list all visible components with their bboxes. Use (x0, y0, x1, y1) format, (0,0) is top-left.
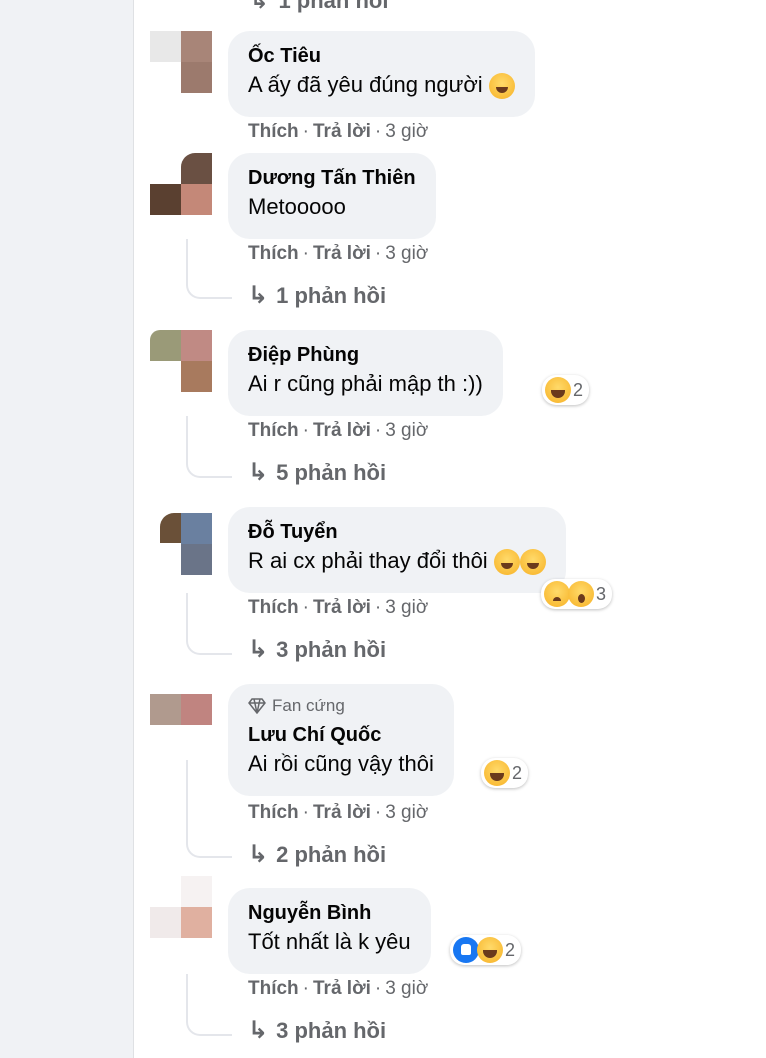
view-replies-link[interactable]: ↳ 3 phản hồi (248, 635, 386, 664)
reaction-summary[interactable]: 2 (450, 935, 522, 965)
comment-bubble: Fan cứng Lưu Chí Quốc Ai rồi cũng vậy th… (228, 684, 454, 796)
comment-author[interactable]: Ốc Tiêu (248, 43, 515, 69)
comment-text: R ai cx phải thay đổi thôi (248, 545, 546, 577)
like-button[interactable]: Thích (248, 597, 299, 618)
comment-actions: Thích · Trả lời · 3 giờ (248, 420, 429, 441)
avatar[interactable] (150, 694, 212, 756)
comment-actions: Thích · Trả lời · 3 giờ (248, 243, 429, 264)
replies-count-label: 1 phản hồi (276, 283, 387, 308)
comment-actions: Thích · Trả lời · 3 giờ (248, 802, 429, 823)
reply-arrow-icon: ↳ (250, 0, 269, 13)
reply-arrow-icon: ↳ (248, 1017, 269, 1044)
haha-reaction-icon (484, 760, 510, 786)
replies-count-label: 2 phản hồi (276, 842, 387, 867)
thread-connector (186, 760, 232, 858)
comment-author[interactable]: Đỗ Tuyển (248, 519, 546, 545)
reply-arrow-icon: ↳ (248, 459, 269, 486)
comment-text: Tốt nhất là k yêu (248, 929, 411, 954)
comment-bubble: Ốc Tiêu A ấy đã yêu đúng người (228, 31, 535, 117)
view-replies-link[interactable]: ↳ 3 phản hồi (248, 1016, 386, 1045)
avatar[interactable] (150, 330, 212, 392)
left-sidebar-background (0, 0, 134, 1058)
reply-button[interactable]: Trả lời (313, 243, 371, 264)
thread-connector (186, 416, 232, 478)
replies-count-label: 3 phản hồi (276, 637, 387, 662)
cry-reaction-icon (544, 581, 570, 607)
replies-count-label: 5 phản hồi (276, 460, 387, 485)
view-replies-link-partial[interactable]: ↳ 1 phản hồi (250, 0, 388, 14)
like-button[interactable]: Thích (248, 243, 299, 264)
rofl-emoji-icon (519, 549, 546, 576)
reply-button[interactable]: Trả lời (313, 802, 371, 823)
replies-count-label: 1 phản hồi (278, 0, 389, 13)
comment-author[interactable]: Dương Tấn Thiên (248, 165, 416, 191)
reply-button[interactable]: Trả lời (313, 420, 371, 441)
avatar[interactable] (150, 876, 212, 938)
like-button[interactable]: Thích (248, 420, 299, 441)
like-button[interactable]: Thích (248, 121, 299, 142)
comment-timestamp[interactable]: 3 giờ (385, 420, 428, 441)
avatar[interactable] (150, 153, 212, 215)
thread-connector (186, 593, 232, 655)
comment-actions: Thích · Trả lời · 3 giờ (248, 121, 429, 142)
reply-arrow-icon: ↳ (248, 636, 269, 663)
reply-button[interactable]: Trả lời (313, 597, 371, 618)
replies-count-label: 3 phản hồi (276, 1018, 387, 1043)
comment-timestamp[interactable]: 3 giờ (385, 597, 428, 618)
reaction-summary[interactable]: 2 (481, 758, 529, 788)
reaction-summary[interactable]: 3 (541, 579, 613, 609)
reaction-count: 2 (573, 379, 584, 400)
comment-timestamp[interactable]: 3 giờ (385, 243, 428, 264)
reply-arrow-icon: ↳ (248, 841, 269, 868)
thread-connector (186, 974, 232, 1036)
comment-actions: Thích · Trả lời · 3 giờ (248, 597, 429, 618)
reaction-summary[interactable]: 2 (542, 375, 590, 405)
avatar[interactable] (150, 507, 212, 575)
like-button[interactable]: Thích (248, 802, 299, 823)
comment-bubble: Đỗ Tuyển R ai cx phải thay đổi thôi (228, 507, 566, 593)
comment-text: Ai r cũng phải mập th :)) (248, 371, 483, 396)
comment-author[interactable]: Lưu Chí Quốc (248, 722, 434, 748)
like-reaction-icon (453, 937, 479, 963)
comment-text: A ấy đã yêu đúng người (248, 69, 515, 101)
avatar[interactable] (150, 31, 212, 93)
view-replies-link[interactable]: ↳ 5 phản hồi (248, 458, 386, 487)
fan-badge[interactable]: Fan cứng (248, 696, 434, 716)
comment-timestamp[interactable]: 3 giờ (385, 978, 428, 999)
comment-text: Ai rồi cũng vậy thôi (248, 751, 434, 776)
reaction-count: 2 (505, 939, 516, 960)
comment-timestamp[interactable]: 3 giờ (385, 121, 428, 142)
view-replies-link[interactable]: ↳ 1 phản hồi (248, 281, 386, 310)
haha-reaction-icon (545, 377, 571, 403)
comment-author[interactable]: Điệp Phùng (248, 342, 483, 368)
comment-text: Metooooo (248, 194, 346, 219)
comment-actions: Thích · Trả lời · 3 giờ (248, 978, 429, 999)
reply-arrow-icon: ↳ (248, 282, 269, 309)
diamond-icon (248, 698, 266, 714)
thread-connector (186, 239, 232, 299)
reaction-count: 2 (512, 762, 523, 783)
comment-bubble: Nguyễn Bình Tốt nhất là k yêu (228, 888, 431, 974)
comment-bubble: Dương Tấn Thiên Metooooo (228, 153, 436, 239)
haha-reaction-icon (477, 937, 503, 963)
comment-timestamp[interactable]: 3 giờ (385, 802, 428, 823)
view-replies-link[interactable]: ↳ 2 phản hồi (248, 840, 386, 869)
comment-author[interactable]: Nguyễn Bình (248, 900, 411, 926)
wow-reaction-icon (568, 581, 594, 607)
reply-button[interactable]: Trả lời (313, 121, 371, 142)
reply-button[interactable]: Trả lời (313, 978, 371, 999)
rofl-emoji-icon (493, 549, 520, 576)
fan-badge-label: Fan cứng (272, 696, 345, 715)
reaction-count: 3 (596, 583, 607, 604)
comment-bubble: Điệp Phùng Ai r cũng phải mập th :)) (228, 330, 503, 416)
like-button[interactable]: Thích (248, 978, 299, 999)
laughing-emoji-icon (488, 73, 515, 100)
